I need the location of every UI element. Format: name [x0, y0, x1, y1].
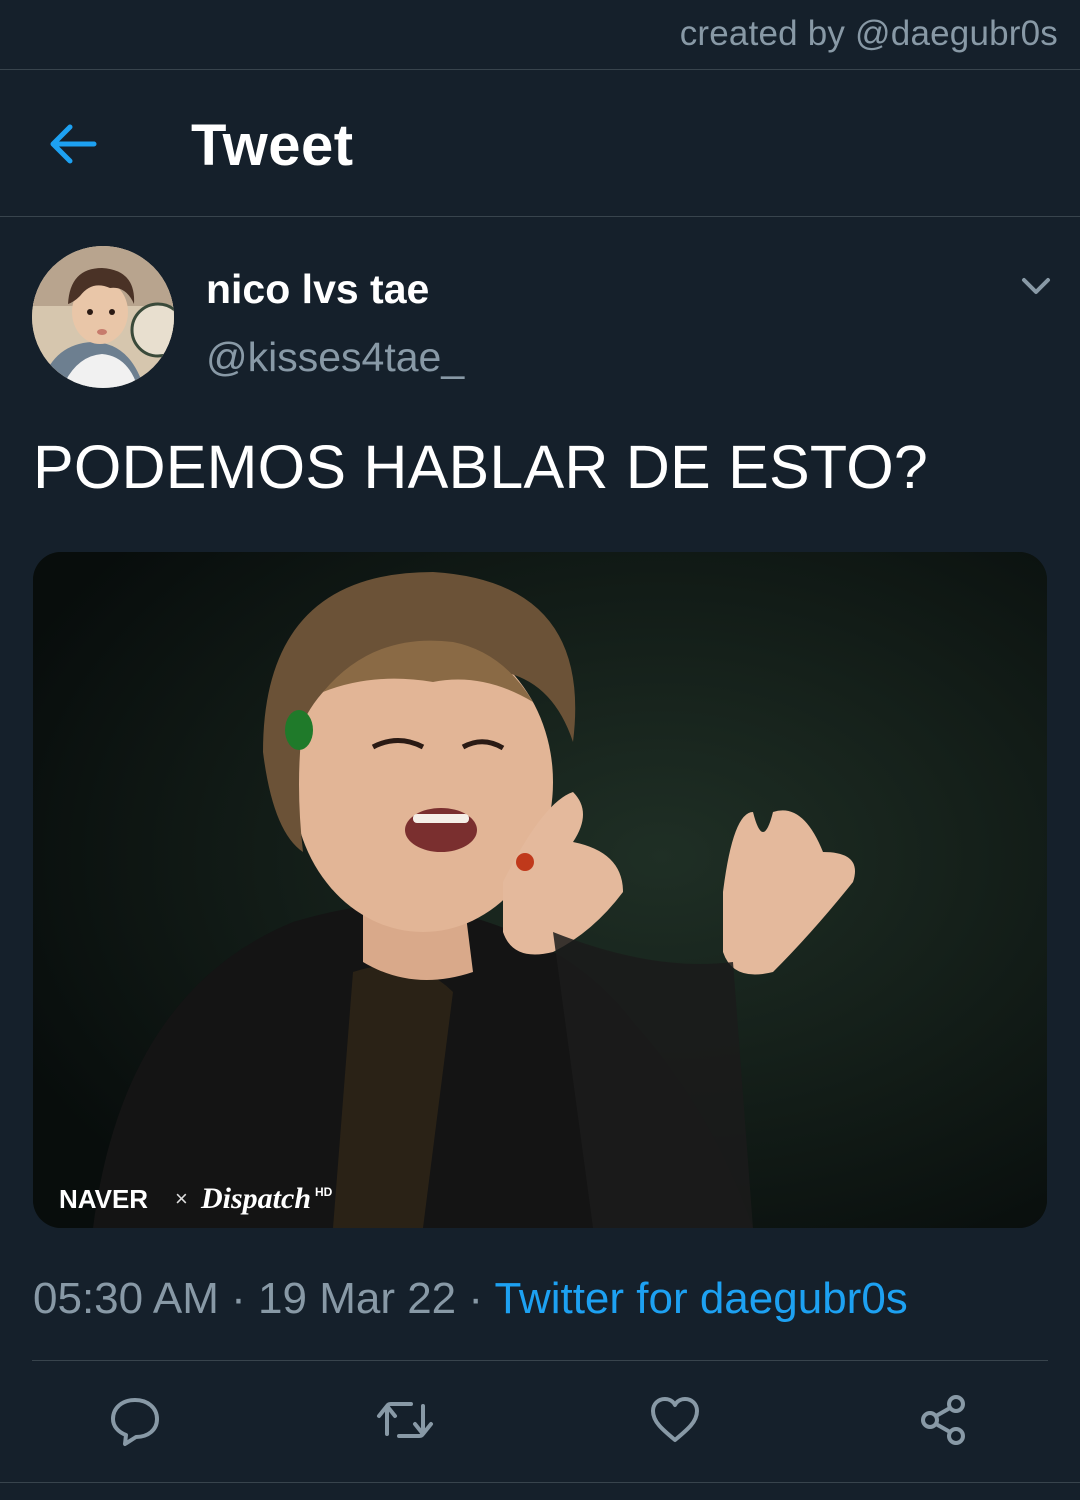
reply-icon [111, 1398, 159, 1446]
chevron-down-icon [1022, 278, 1050, 294]
meta-separator: · [231, 1274, 246, 1323]
retweet-icon [377, 1402, 433, 1438]
like-button[interactable] [647, 1392, 703, 1448]
tweet-source-link[interactable]: Twitter for daegubr0s [494, 1274, 907, 1323]
meta-separator: · [468, 1274, 484, 1323]
tweet-meta: 05:30 AM · 19 Mar 22 · Twitter for daegu… [33, 1274, 908, 1324]
share-button[interactable] [916, 1392, 972, 1448]
avatar-photo [32, 246, 174, 388]
header-divider [0, 216, 1080, 217]
avatar[interactable] [32, 246, 174, 388]
media-photo: NAVER × Dispatch HD [33, 552, 1047, 1228]
share-icon [921, 1395, 965, 1445]
watermark-hd: HD [315, 1185, 333, 1199]
watermark-dispatch: Dispatch [200, 1182, 311, 1215]
credit-label: created by @daegubr0s [679, 14, 1058, 53]
action-bar [0, 1362, 1080, 1482]
bottom-divider [0, 1482, 1080, 1483]
tweet-text: PODEMOS HABLAR DE ESTO? [33, 433, 928, 501]
arrow-left-icon [50, 124, 97, 164]
more-options-button[interactable] [1016, 268, 1056, 304]
header: Tweet [0, 70, 1080, 216]
page-title: Tweet [191, 113, 354, 178]
like-icon [651, 1397, 699, 1442]
user-handle[interactable]: @kisses4tae_ [206, 334, 464, 381]
retweet-button[interactable] [375, 1392, 433, 1448]
display-name[interactable]: nico lvs tae [206, 266, 429, 313]
reply-button[interactable] [107, 1392, 163, 1448]
watermark-separator: × [175, 1186, 188, 1211]
tweet-media[interactable]: NAVER × Dispatch HD [33, 552, 1047, 1228]
watermark-naver: NAVER [59, 1184, 148, 1214]
tweet-date: 19 Mar 22 [258, 1274, 457, 1323]
tweet-time: 05:30 AM [33, 1274, 219, 1323]
actions-divider [32, 1360, 1048, 1361]
back-button[interactable] [44, 114, 104, 174]
